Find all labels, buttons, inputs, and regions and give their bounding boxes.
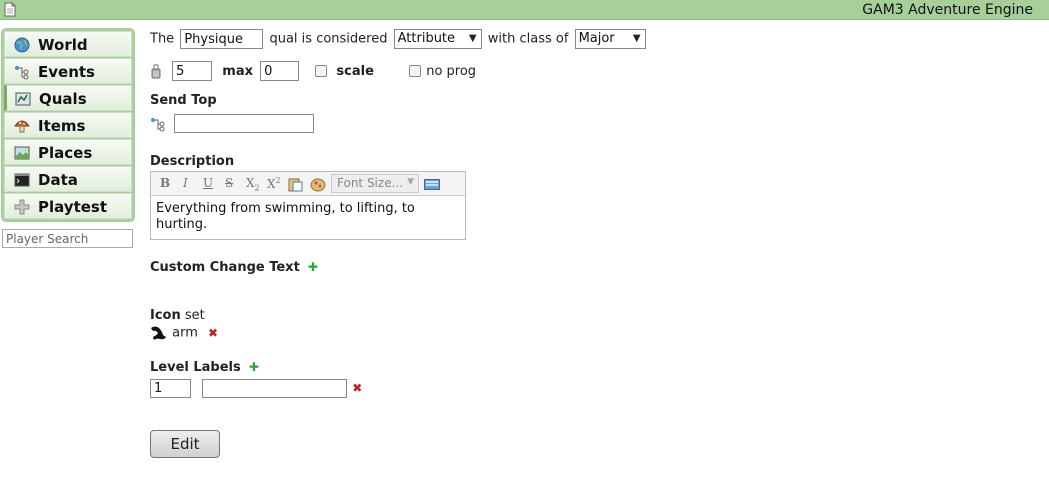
paste-icon[interactable] — [288, 177, 303, 192]
qual-class-label: with class of — [487, 31, 569, 47]
description-heading: Description — [150, 154, 234, 169]
chevron-down-icon: ▼ — [468, 33, 477, 44]
font-size-placeholder: Font Size... — [337, 176, 404, 190]
sidebar-item-data[interactable]: Data — [4, 166, 132, 192]
send-top-row — [150, 114, 315, 133]
sidebar-nav: World Events Quals Items Places Data Pla… — [1, 28, 135, 222]
sidebar-item-label: Places — [38, 144, 93, 162]
sidebar-item-items[interactable]: Items — [4, 112, 132, 138]
sidebar-item-world[interactable]: World — [4, 31, 132, 57]
no-prog-checkbox[interactable] — [409, 65, 422, 77]
icon-heading-row: Icon set — [150, 308, 205, 323]
level-number-input[interactable] — [150, 379, 191, 398]
max-label: max — [222, 63, 253, 79]
puzzle-icon — [14, 199, 30, 215]
sidebar-item-label: Playtest — [38, 198, 108, 216]
italic-icon[interactable]: I — [183, 176, 188, 190]
keyboard-icon[interactable] — [424, 179, 440, 190]
level-labels-heading: Level Labels ✚ — [150, 360, 259, 375]
qual-considered-label: qual is considered — [269, 31, 388, 47]
sidebar-item-events[interactable]: Events — [4, 58, 132, 84]
level-text-input[interactable] — [202, 379, 348, 398]
app-title: GAM3 Adventure Engine — [862, 2, 1033, 18]
qual-definition-row: The qual is considered Attribute ▼ with … — [150, 29, 646, 49]
no-prog-label: no prog — [426, 63, 477, 79]
sidebar-item-places[interactable]: Places — [4, 139, 132, 165]
add-level-label-icon[interactable]: ✚ — [249, 360, 259, 374]
chevron-down-icon: ▼ — [407, 177, 414, 187]
bold-icon[interactable]: B — [160, 176, 170, 190]
terminal-icon — [14, 173, 30, 187]
add-custom-change-icon[interactable]: ✚ — [308, 260, 318, 274]
chevron-down-icon: ▼ — [632, 33, 641, 44]
paste-word-icon[interactable] — [310, 177, 326, 192]
custom-change-row: Custom Change Text ✚ — [150, 260, 318, 275]
description-editor: B I U S X2 X2 Font Size... ▼ Everything … — [150, 171, 466, 240]
qual-value-input[interactable] — [172, 61, 213, 81]
scale-label: scale — [336, 63, 374, 79]
sidebar-item-quals[interactable]: Quals — [4, 85, 132, 111]
qual-prefix-label: The — [150, 31, 175, 47]
picture-icon — [14, 146, 30, 160]
quals-icon — [15, 92, 31, 106]
sidebar-item-label: World — [38, 36, 88, 54]
mushroom-icon — [14, 120, 30, 133]
sidebar-item-label: Events — [38, 63, 95, 81]
qual-class-select[interactable]: Major ▼ — [574, 29, 646, 49]
qual-category-value: Attribute — [397, 31, 456, 46]
superscript-icon[interactable]: X2 — [267, 176, 281, 191]
weight-icon — [151, 64, 161, 78]
description-text-area[interactable]: Everything from swimming, to lifting, to… — [151, 196, 441, 238]
arm-icon — [151, 326, 166, 340]
sidebar-item-label: Items — [38, 117, 86, 135]
level-label-row: ✖ — [150, 379, 362, 398]
remove-icon-icon[interactable]: ✖ — [208, 326, 218, 340]
player-search-input[interactable] — [2, 229, 133, 248]
icon-label: Icon — [150, 308, 181, 323]
send-top-label: Send Top — [150, 93, 217, 108]
send-top-heading: Send Top — [150, 93, 217, 108]
sidebar-item-label: Data — [38, 171, 78, 189]
level-labels-label: Level Labels — [150, 360, 241, 375]
sidebar-item-playtest[interactable]: Playtest — [4, 193, 132, 219]
max-value-input[interactable] — [260, 61, 300, 81]
icon-name: arm — [172, 325, 198, 341]
scale-checkbox[interactable] — [315, 65, 328, 77]
underline-icon[interactable]: U — [203, 176, 213, 190]
strikethrough-icon[interactable]: S — [225, 176, 233, 190]
custom-change-label: Custom Change Text — [150, 260, 300, 275]
description-label: Description — [150, 154, 235, 169]
qual-values-row: max scale no prog — [150, 61, 476, 81]
qual-class-value: Major — [578, 31, 615, 46]
document-icon[interactable] — [4, 2, 16, 17]
editor-toolbar: B I U S X2 X2 Font Size... ▼ — [151, 172, 465, 196]
send-top-input[interactable] — [174, 114, 315, 133]
events-icon — [151, 117, 165, 131]
icon-set-link[interactable]: set — [185, 308, 205, 323]
subscript-icon[interactable]: X2 — [246, 176, 260, 192]
qual-category-select[interactable]: Attribute ▼ — [393, 29, 482, 49]
remove-level-label-icon[interactable]: ✖ — [352, 381, 362, 395]
font-size-select[interactable]: Font Size... ▼ — [331, 174, 419, 193]
globe-icon — [14, 37, 30, 53]
icon-value-row: arm ✖ — [150, 325, 218, 341]
qual-name-input[interactable] — [180, 29, 264, 49]
top-bar: GAM3 Adventure Engine — [0, 0, 1049, 20]
sidebar-item-label: Quals — [39, 90, 87, 108]
events-icon — [15, 66, 29, 80]
edit-button[interactable]: Edit — [150, 430, 220, 458]
